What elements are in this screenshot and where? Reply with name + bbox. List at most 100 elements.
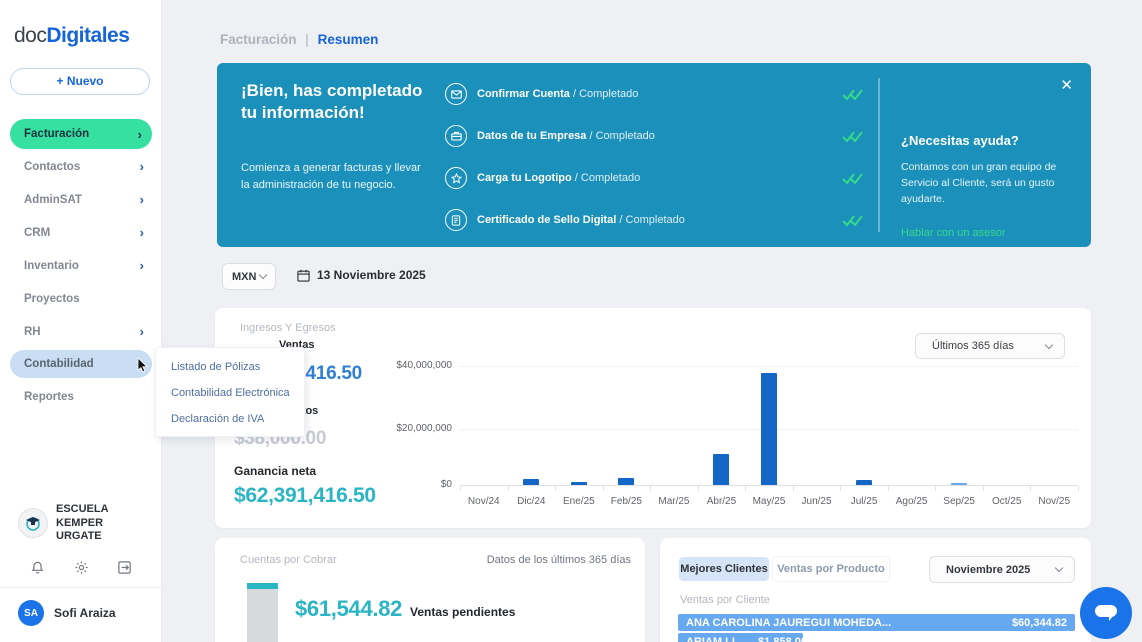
sidebar-icons: [0, 552, 162, 587]
help-advisor-link[interactable]: Hablar con un asesor: [901, 227, 1006, 239]
checklist-label: Carga tu Logotipo / Completado: [477, 172, 640, 184]
double-check-icon: [841, 88, 865, 101]
income-expense-card: Ingresos Y Egresos Últimos 365 días Vent…: [215, 308, 1091, 528]
banner-subtitle: Comienza a generar facturas y llevar la …: [241, 160, 431, 193]
x-tick: [888, 486, 889, 491]
logo-prefix: doc: [14, 24, 46, 47]
x-tick: [793, 486, 794, 491]
chevron-right-icon: ›: [140, 324, 144, 339]
bar-Dic/24: [523, 479, 539, 485]
chevron-down-icon: [259, 271, 267, 279]
sidebar-item-facturacion[interactable]: Facturación ›: [10, 119, 152, 149]
sidebar-item-rh[interactable]: RH ›: [0, 315, 162, 348]
company-row[interactable]: ESCUELA KEMPER URGATE: [0, 493, 162, 552]
tab-mejores-clientes[interactable]: Mejores Clientes: [679, 557, 769, 581]
submenu-item-contabilidad-electronica[interactable]: Contabilidad Electrónica: [156, 380, 304, 406]
bar-Abr/25: [713, 454, 729, 486]
x-tick-label: Nov/24: [468, 496, 500, 507]
banner-checklist: Confirmar Cuenta / Completado Datos de t…: [445, 73, 865, 241]
x-tick-label: Jul/25: [851, 496, 878, 507]
receivables-bar: [247, 583, 278, 642]
breadcrumb-section[interactable]: Facturación: [220, 32, 297, 47]
checklist-item: Carga tu Logotipo / Completado: [445, 157, 865, 199]
best-clients-card: Mejores Clientes Ventas por Producto Nov…: [660, 538, 1091, 642]
sidebar-item-reportes[interactable]: Reportes: [0, 380, 162, 413]
company-logo: [18, 508, 48, 538]
user-row[interactable]: SA Sofi Araiza: [0, 588, 162, 642]
chevron-right-icon: ›: [140, 159, 144, 174]
currency-select[interactable]: MXN: [222, 263, 276, 290]
checklist-item: Datos de tu Empresa / Completado: [445, 115, 865, 157]
app-logo: docDigitales: [14, 24, 129, 48]
sidebar: docDigitales + Nuevo Facturación › Conta…: [0, 0, 162, 642]
sidebar-item-contactos[interactable]: Contactos ›: [0, 150, 162, 183]
bar-chart-plot: $40,000,000 $20,000,000 $0 Nov/24Dic/24E…: [460, 360, 1078, 500]
month-select[interactable]: Noviembre 2025: [929, 556, 1075, 583]
x-tick: [745, 486, 746, 491]
chevron-right-icon: ›: [140, 192, 144, 207]
tab-ventas-por-producto[interactable]: Ventas por Producto: [773, 557, 889, 581]
sidebar-item-label: Proyectos: [24, 293, 80, 305]
bell-icon[interactable]: [30, 560, 45, 575]
calendar-icon: [297, 269, 310, 282]
avatar: SA: [18, 600, 44, 626]
card-title: Cuentas por Cobrar: [240, 554, 337, 566]
x-tick-label: Jun/25: [802, 496, 832, 507]
x-axis-line: [460, 485, 1078, 486]
checklist-title: Certificado de Sello Digital: [477, 214, 616, 226]
client-amount: $60,344.82: [998, 617, 1067, 629]
company-name: ESCUELA KEMPER URGATE: [56, 503, 150, 544]
sidebar-footer: ESCUELA KEMPER URGATE: [0, 493, 162, 642]
contabilidad-submenu: Listado de Pólizas Contabilidad Electrón…: [155, 347, 305, 437]
x-tick-label: Abr/25: [707, 496, 736, 507]
x-tick-label: Oct/25: [992, 496, 1021, 507]
checklist-title: Datos de tu Empresa: [477, 130, 586, 142]
month-value: Noviembre 2025: [946, 564, 1030, 576]
new-button[interactable]: + Nuevo: [10, 68, 150, 95]
sidebar-item-label: RH: [24, 326, 41, 338]
gear-icon[interactable]: [74, 560, 89, 575]
client-row[interactable]: ARIAM LI... $1,858.00: [678, 633, 803, 642]
x-tick-label: May/25: [753, 496, 786, 507]
sidebar-item-label: Reportes: [24, 391, 74, 403]
sidebar-item-label: Contabilidad: [24, 358, 94, 370]
sidebar-item-inventario[interactable]: Inventario ›: [0, 249, 162, 282]
submenu-item-declaracion-de-iva[interactable]: Declaración de IVA: [156, 406, 304, 432]
x-tick-label: Dic/24: [517, 496, 545, 507]
sidebar-item-crm[interactable]: CRM ›: [0, 216, 162, 249]
sidebar-item-label: Contactos: [24, 161, 80, 173]
client-row[interactable]: ANA CAROLINA JAUREGUI MOHEDA... $60,344.…: [678, 614, 1075, 631]
sidebar-item-label: Inventario: [24, 260, 79, 272]
bar-Ene/25: [571, 482, 587, 485]
close-icon[interactable]: ✕: [1060, 76, 1073, 94]
x-tick-label: Feb/25: [611, 496, 642, 507]
x-tick-label: Mar/25: [658, 496, 689, 507]
chat-launcher-button[interactable]: [1080, 587, 1132, 639]
y-tick-label: $0: [441, 479, 452, 490]
date-text: 13 Noviembre 2025: [317, 268, 426, 282]
receivables-amount-label: Ventas pendientes: [410, 605, 515, 619]
x-tick: [555, 486, 556, 491]
envelope-icon: [445, 83, 467, 105]
x-tick: [460, 486, 461, 491]
sidebar-item-contabilidad[interactable]: Contabilidad ›: [10, 350, 152, 378]
gridline: [460, 366, 1078, 367]
bar-Feb/25: [618, 478, 634, 485]
x-tick: [935, 486, 936, 491]
client-name: ANA CAROLINA JAUREGUI MOHEDA...: [686, 617, 891, 629]
submenu-item-listado-de-polizas[interactable]: Listado de Pólizas: [156, 354, 304, 380]
sidebar-item-adminsat[interactable]: AdminSAT ›: [0, 183, 162, 216]
x-tick: [698, 486, 699, 491]
sidebar-item-proyectos[interactable]: Proyectos: [0, 282, 162, 315]
x-tick: [603, 486, 604, 491]
card-title: Ingresos Y Egresos: [240, 322, 336, 334]
graduation-cap-icon: [23, 513, 43, 533]
date-display[interactable]: 13 Noviembre 2025: [297, 268, 426, 282]
range-select[interactable]: Últimos 365 días: [915, 333, 1065, 359]
user-name: Sofi Araiza: [54, 606, 116, 620]
chevron-right-icon: ›: [138, 127, 142, 142]
breadcrumb-current: Resumen: [318, 32, 379, 47]
logout-icon[interactable]: [117, 560, 132, 575]
checklist-label: Datos de tu Empresa / Completado: [477, 130, 655, 142]
double-check-icon: [841, 130, 865, 143]
